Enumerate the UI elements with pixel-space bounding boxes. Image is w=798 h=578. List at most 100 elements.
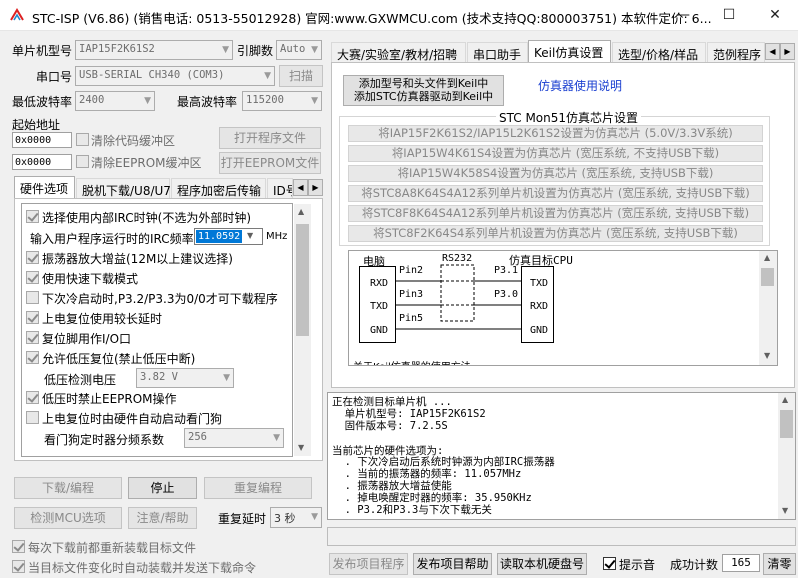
- chevron-down-icon: ▼: [247, 231, 254, 240]
- serial-port-value: USB-SERIAL CH340 (COM3): [79, 69, 225, 81]
- set-iap15w4k61s4-button[interactable]: 将IAP15W4K61S4设置为仿真芯片 (宽压系统, 不支持USB下载): [348, 145, 763, 162]
- clear-eeprom-buffer-label: 清除EEPROM缓冲区: [91, 156, 202, 170]
- tab-scroll-right-icon[interactable]: ▶: [308, 179, 323, 196]
- opt-cold-start-label: 下次冷启动时,P3.2/P3.3为0/0才可下载程序: [42, 292, 278, 306]
- max-baud-label: 最高波特率: [177, 95, 238, 109]
- publish-project-button[interactable]: 发布项目程序: [329, 553, 408, 575]
- chevron-down-icon: ▼: [264, 71, 271, 81]
- scroll-up-icon[interactable]: ▲: [764, 253, 770, 262]
- opt-hw-watchdog-checkbox[interactable]: [26, 411, 39, 424]
- add-to-keil-button[interactable]: 添加型号和头文件到Keil中 添加STC仿真器驱动到Keil中: [343, 75, 504, 106]
- repeat-program-button[interactable]: 重复编程: [204, 477, 312, 499]
- scroll-down-icon[interactable]: ▼: [782, 506, 788, 515]
- auto-reload-on-change-checkbox[interactable]: [12, 560, 25, 573]
- scroll-down-icon[interactable]: ▼: [764, 351, 770, 360]
- min-baud-select[interactable]: 2400 ▼: [75, 91, 155, 111]
- tab-serial-assistant[interactable]: 串口助手: [467, 42, 528, 62]
- stop-button[interactable]: 停止: [128, 477, 197, 499]
- scrollbar-thumb[interactable]: [761, 268, 774, 286]
- open-eeprom-file-button[interactable]: 打开EEPROM文件: [219, 152, 321, 174]
- chevron-down-icon: ▼: [144, 96, 151, 106]
- set-stc8f8k64s4a12-button[interactable]: 将STC8F8K64S4A12系列单片机设置为仿真芯片 (宽压系统, 支持USB…: [348, 205, 763, 222]
- read-disk-serial-button[interactable]: 读取本机硬盘号: [497, 553, 587, 575]
- chevron-down-icon: ▼: [311, 45, 318, 55]
- tab-example-programs[interactable]: 范例程序: [707, 42, 765, 62]
- right-tab-scroll-left-icon[interactable]: ◀: [765, 43, 780, 60]
- tab-hardware-options[interactable]: 硬件选项: [14, 176, 75, 198]
- tab-keil-emulation[interactable]: Keil仿真设置: [528, 40, 611, 62]
- pin-count-label: 引脚数: [237, 44, 274, 58]
- minimize-button[interactable]: —: [660, 0, 706, 31]
- clear-eeprom-buffer-checkbox[interactable]: [76, 155, 89, 168]
- opt-reset-pin-io-checkbox[interactable]: [26, 331, 39, 344]
- opt-cold-start-checkbox[interactable]: [26, 291, 39, 304]
- scan-button[interactable]: 扫描: [279, 65, 323, 87]
- success-count-label: 成功计数: [670, 558, 719, 572]
- opt-long-reset-delay-checkbox[interactable]: [26, 311, 39, 324]
- scroll-down-icon[interactable]: ▼: [298, 443, 304, 452]
- log-scrollbar[interactable]: ▲ ▼: [778, 393, 795, 519]
- reload-before-download-label: 每次下载前都重新装载目标文件: [28, 541, 197, 555]
- set-stc8f2k64s4-button[interactable]: 将STC8F2K64S4系列单片机设置为仿真芯片 (宽压系统, 支持USB下载): [348, 225, 763, 242]
- mcu-model-select[interactable]: IAP15F2K61S2 ▼: [75, 40, 233, 60]
- scrollbar-thumb[interactable]: [296, 224, 309, 336]
- tab-scroll-left-icon[interactable]: ◀: [293, 179, 308, 196]
- set-iap15w4k58s4-button[interactable]: 将IAP15W4K58S4设置为仿真芯片 (宽压系统, 支持USB下载): [348, 165, 763, 182]
- maximize-button[interactable]: ☐: [706, 0, 752, 31]
- tab-offline-download[interactable]: 脱机下载/U8/U7: [76, 178, 171, 198]
- log-line: 当前芯片的硬件选项为:: [332, 445, 444, 457]
- scroll-up-icon[interactable]: ▲: [782, 395, 788, 404]
- watchdog-divider-select[interactable]: 256 ▼: [184, 428, 284, 448]
- diagram-scrollbar[interactable]: ▲ ▼: [759, 251, 777, 365]
- tab-selection-price[interactable]: 选型/价格/样品: [612, 42, 706, 62]
- open-program-file-button[interactable]: 打开程序文件: [219, 127, 321, 149]
- download-program-button[interactable]: 下载/编程: [14, 477, 122, 499]
- set-iap15f2k61s2-button[interactable]: 将IAP15F2K61S2/IAP15L2K61S2设置为仿真芯片 (5.0V/…: [348, 125, 763, 142]
- mon51-group-title: STC Mon51仿真芯片设置: [496, 109, 642, 126]
- opt-internal-irc-checkbox[interactable]: [26, 210, 39, 223]
- check-mcu-options-button[interactable]: 检测MCU选项: [14, 507, 122, 529]
- publish-help-button[interactable]: 发布项目帮助: [413, 553, 492, 575]
- prompt-sound-checkbox[interactable]: [603, 557, 616, 570]
- opt-osc-gain-label: 振荡器放大增益(12M以上建议选择): [42, 252, 233, 266]
- scroll-up-icon[interactable]: ▲: [298, 207, 304, 216]
- tab-contest-lab[interactable]: 大赛/实验室/教材/招聘: [331, 42, 466, 62]
- log-line: . 振荡器放大增益使能: [332, 480, 452, 492]
- tab-encrypted-transfer[interactable]: 程序加密后传输: [171, 178, 266, 198]
- opt-low-voltage-reset-checkbox[interactable]: [26, 351, 39, 364]
- pin-count-value: Auto: [280, 43, 306, 55]
- clear-code-buffer-checkbox[interactable]: [76, 133, 89, 146]
- low-voltage-detect-select[interactable]: 3.82 V ▼: [136, 368, 234, 388]
- set-stc8a8k64s4a12-button[interactable]: 将STC8A8K64S4A12系列单片机设置为仿真芯片 (宽压系统, 支持USB…: [348, 185, 763, 202]
- max-baud-select[interactable]: 115200 ▼: [242, 91, 322, 111]
- pin-count-select[interactable]: Auto ▼: [276, 40, 322, 60]
- log-line: 固件版本号: 7.2.5S: [332, 420, 448, 432]
- add-to-keil-line2: 添加STC仿真器驱动到Keil中: [353, 90, 494, 103]
- reload-before-download-checkbox[interactable]: [12, 540, 25, 553]
- clear-count-button[interactable]: 清零: [763, 553, 796, 575]
- code-start-address-input[interactable]: 0x0000: [12, 132, 72, 148]
- opt-osc-gain-checkbox[interactable]: [26, 251, 39, 264]
- irc-frequency-select[interactable]: 11.0592 ▼: [194, 228, 263, 245]
- eeprom-start-address-input[interactable]: 0x0000: [12, 154, 72, 170]
- serial-port-select[interactable]: USB-SERIAL CH340 (COM3) ▼: [75, 66, 275, 86]
- low-voltage-detect-value: 3.82 V: [140, 371, 178, 383]
- log-line: . 掉电唤醒定时器的频率: 35.950KHz: [332, 492, 532, 504]
- notes-help-button[interactable]: 注意/帮助: [128, 507, 197, 529]
- emulator-guide-link[interactable]: 仿真器使用说明: [538, 77, 622, 94]
- close-button[interactable]: ✕: [752, 0, 798, 31]
- options-scrollbar[interactable]: ▲ ▼: [294, 204, 311, 456]
- opt-fast-download-checkbox[interactable]: [26, 271, 39, 284]
- opt-lv-disable-eeprom-checkbox[interactable]: [26, 391, 39, 404]
- stc-logo-icon: [10, 8, 24, 21]
- wiring-lines: [396, 264, 521, 330]
- serial-port-label: 串口号: [36, 70, 73, 84]
- right-tab-scroll-right-icon[interactable]: ▶: [780, 43, 795, 60]
- chevron-down-icon: ▼: [311, 512, 318, 522]
- chevron-down-icon: ▼: [222, 45, 229, 55]
- scrollbar-thumb[interactable]: [780, 410, 793, 438]
- log-line: 单片机型号: IAP15F2K61S2: [332, 408, 486, 420]
- tab-id-number[interactable]: ID号: [267, 178, 293, 198]
- repeat-delay-select[interactable]: 3 秒 ▼: [270, 507, 322, 528]
- output-log[interactable]: 正在检测目标单片机 ... 单片机型号: IAP15F2K61S2 固件版本号:…: [327, 392, 796, 520]
